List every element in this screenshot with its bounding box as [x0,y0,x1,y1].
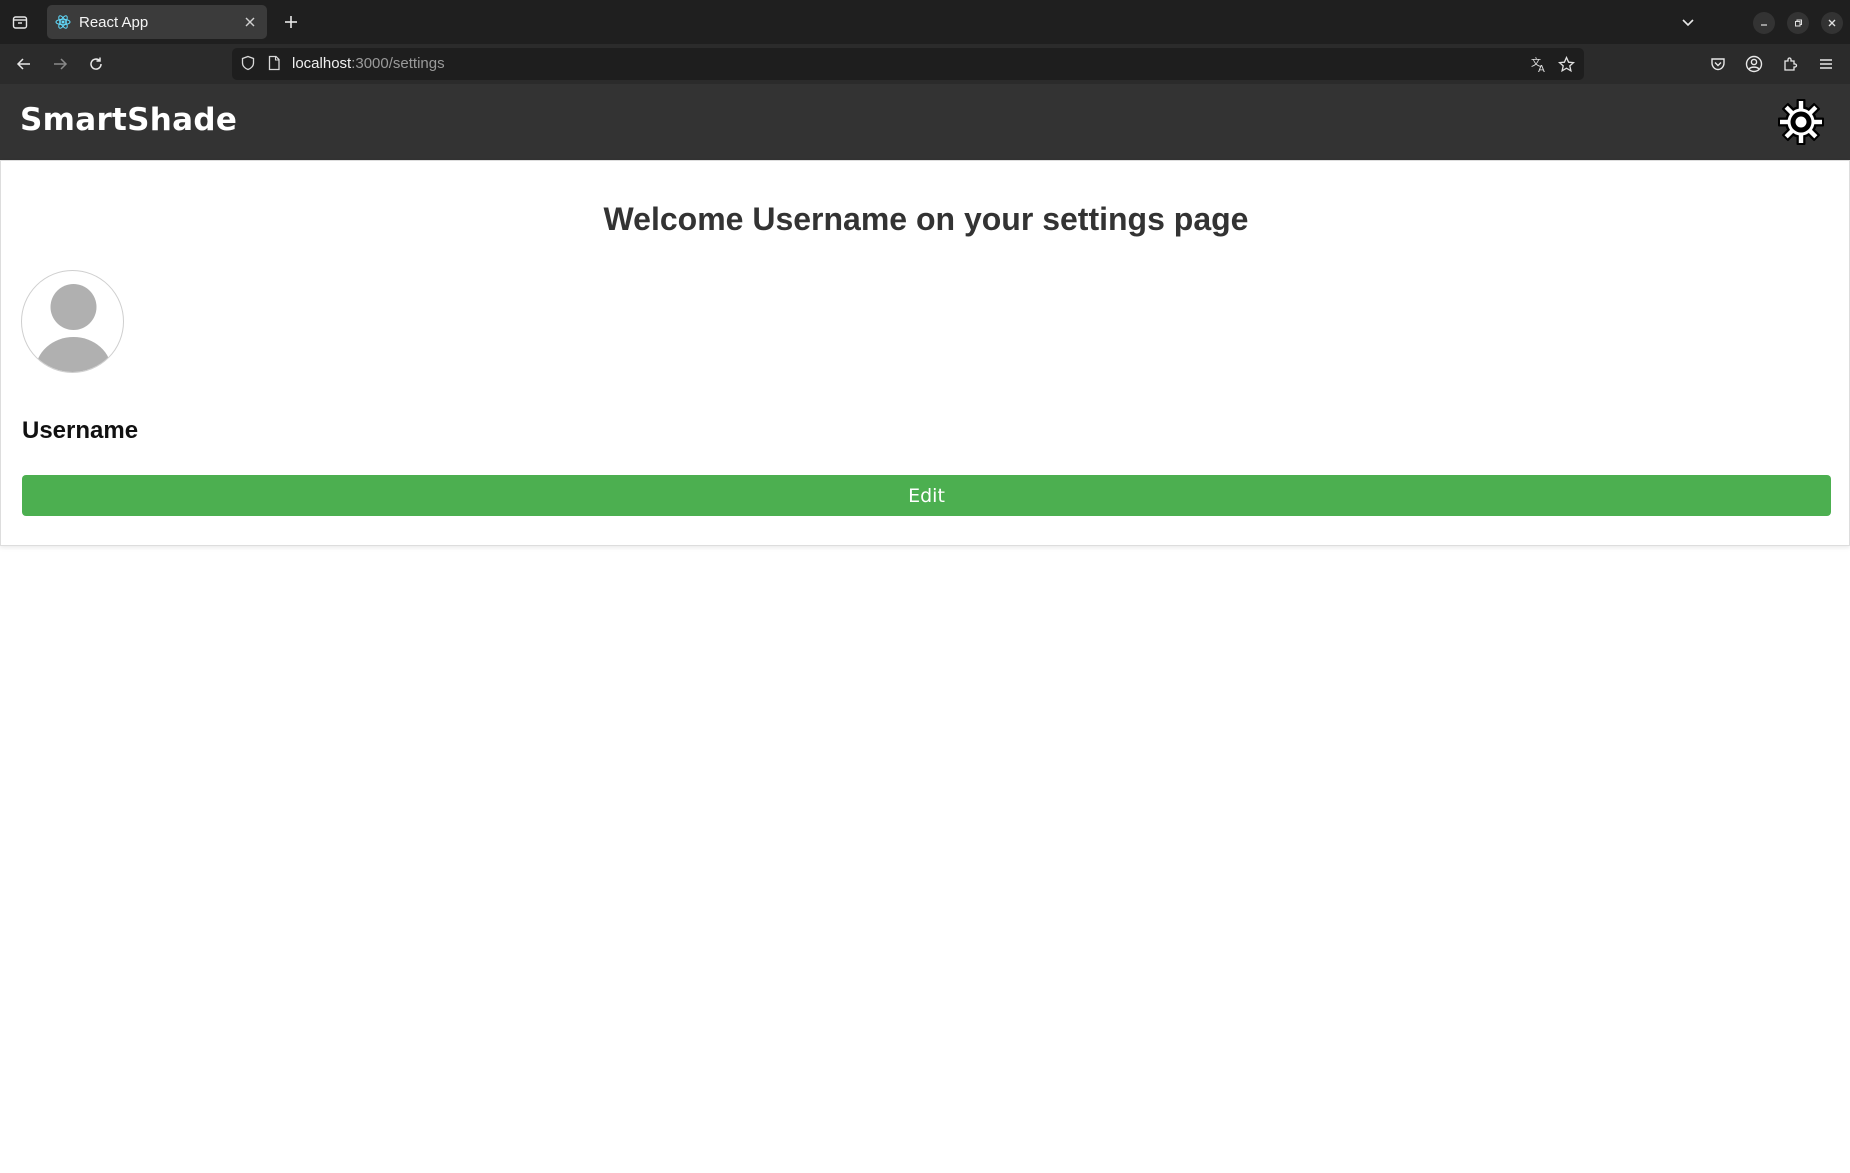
url-path: :3000/settings [351,55,445,72]
svg-text:A: A [1538,64,1545,73]
address-bar[interactable]: localhost:3000/settings 文 A [232,48,1584,80]
url-host: localhost [292,55,352,72]
tab-title: React App [79,13,149,31]
browser-nav-bar: localhost:3000/settings 文 A [0,44,1850,84]
reload-icon[interactable] [84,52,108,76]
menu-icon[interactable] [1814,52,1838,76]
url-text[interactable]: localhost:3000/settings [292,55,445,72]
account-icon[interactable] [1742,52,1766,76]
edit-button[interactable]: Edit [22,475,1831,516]
settings-card: Welcome Username on your settings page U… [0,160,1850,546]
page-title: Welcome Username on your settings page [603,201,1249,237]
extensions-icon[interactable] [1778,52,1802,76]
back-icon[interactable] [12,52,36,76]
close-window-icon[interactable] [1821,12,1843,34]
avatar [21,270,124,373]
minimize-icon[interactable] [1753,12,1775,34]
page-icon[interactable] [266,55,284,73]
username-label: Username [22,417,139,444]
tab-list-icon[interactable] [8,10,32,34]
restore-icon[interactable] [1787,12,1809,34]
translate-icon[interactable]: 文 A [1529,54,1549,74]
pocket-icon[interactable] [1706,52,1730,76]
brand-logo-text[interactable]: SmartShade [20,102,237,138]
bookmark-star-icon[interactable] [1556,54,1576,74]
react-icon [55,14,71,30]
gear-icon[interactable] [1775,96,1827,148]
user-avatar-icon [35,284,112,372]
app-header: SmartShade [0,84,1850,160]
browser-tab[interactable]: React App [47,5,267,39]
shield-icon[interactable] [240,55,258,73]
new-tab-icon[interactable] [279,10,303,34]
chevron-down-icon[interactable] [1676,10,1700,34]
forward-icon[interactable] [48,52,72,76]
close-tab-icon[interactable] [241,13,259,31]
browser-tab-bar: React App [0,0,1850,44]
